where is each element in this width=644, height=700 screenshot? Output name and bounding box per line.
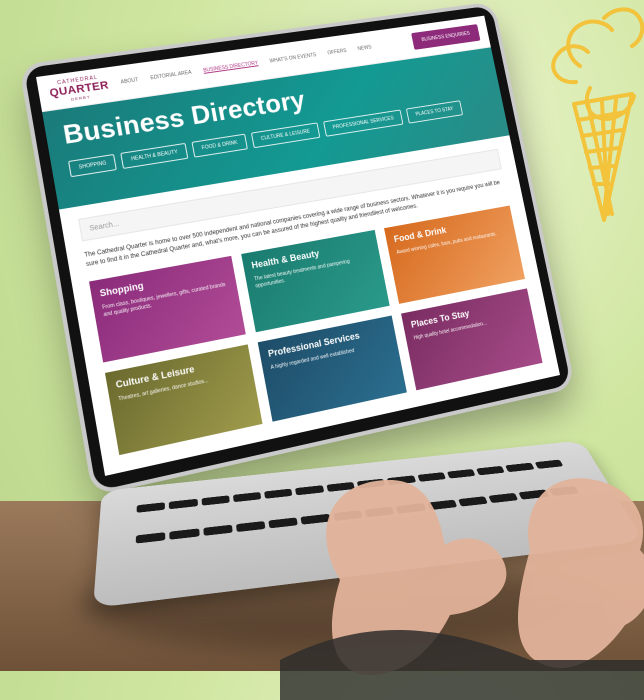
search-placeholder: Search... [89,220,120,232]
chip-shopping[interactable]: SHOPPING [68,154,117,177]
chip-professional-services[interactable]: PROFESSIONAL SERVICES [323,109,404,136]
nav-editorial-area[interactable]: EDITORIAL AREA [150,70,192,82]
nav-offers[interactable]: OFFERS [327,48,347,56]
nav-about[interactable]: ABOUT [120,77,139,85]
category-card-food-drink[interactable]: Food & Drink Award winning cafes, bars, … [384,206,525,304]
photo-scene: CATHEDRAL QUARTER DERBY ABOUT EDITORIAL … [0,0,644,671]
key [170,528,200,539]
chip-places-to-stay[interactable]: PLACES TO STAY [406,100,463,123]
nav-news[interactable]: NEWS [357,45,372,53]
category-card-professional-services[interactable]: Professional Services A highly regarded … [258,316,407,422]
key [201,495,230,505]
key [136,532,166,543]
category-card-health-beauty[interactable]: Health & Beauty The latest beauty treatm… [241,230,390,332]
business-enquiries-button[interactable]: BUSINESS ENQUIRIES [411,24,480,50]
key [169,499,197,509]
laptop-screen: CATHEDRAL QUARTER DERBY ABOUT EDITORIAL … [36,16,560,476]
nav-whats-on-events[interactable]: WHAT'S ON EVENTS [269,52,317,64]
hands [280,410,644,700]
key [137,502,166,513]
site-logo[interactable]: CATHEDRAL QUARTER DERBY [48,73,111,104]
chip-health-beauty[interactable]: HEALTH & BEAUTY [121,143,189,169]
key [236,521,266,532]
key [233,492,262,502]
category-card-shopping[interactable]: Shopping From class, boutiques, jeweller… [89,256,246,363]
chip-food-drink[interactable]: FOOD & DRINK [191,134,248,158]
category-card-culture-leisure[interactable]: Culture & Leisure Theatres, art gallerie… [105,345,263,456]
category-card-places-to-stay[interactable]: Places To Stay High quality hotel accomm… [401,289,543,391]
chip-culture-leisure[interactable]: CULTURE & LEISURE [251,122,320,148]
key [203,525,233,536]
nav-business-directory[interactable]: BUSINESS DIRECTORY [203,60,259,73]
ice-cream-cone-icon [534,0,644,230]
